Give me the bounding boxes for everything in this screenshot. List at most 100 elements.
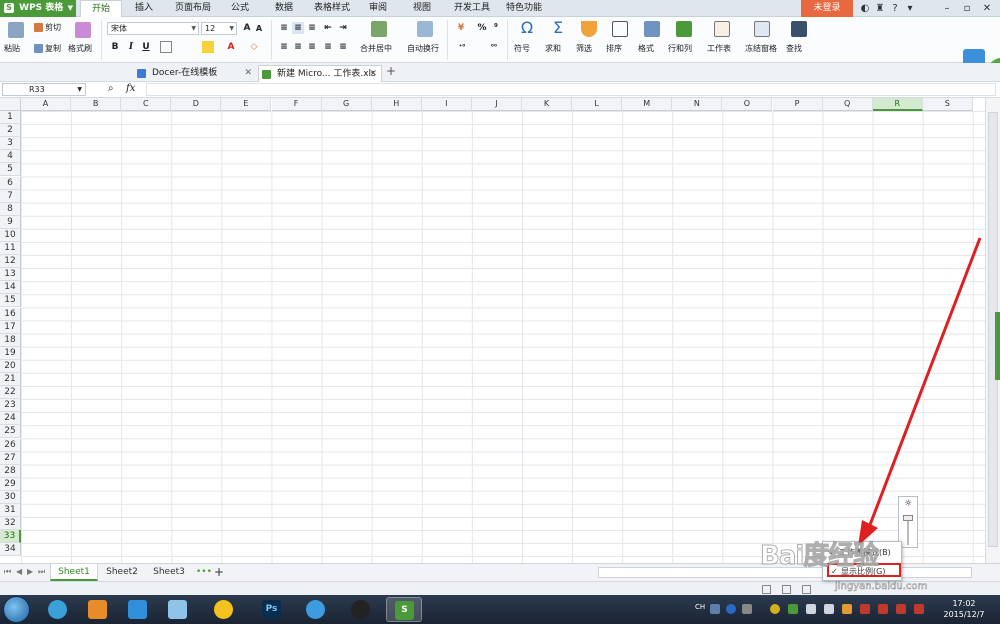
column-header[interactable]: K — [522, 98, 573, 111]
indent-increase-icon[interactable]: ⇥ — [337, 22, 349, 34]
row-header[interactable]: 10 — [0, 228, 21, 242]
last-sheet-icon[interactable]: ⏭ — [38, 567, 45, 577]
sum-button[interactable]: 求和 — [545, 43, 561, 54]
fill-color-icon[interactable] — [202, 41, 214, 53]
percent-button[interactable]: % — [476, 22, 488, 34]
taskbar-wps[interactable]: S — [386, 597, 422, 622]
column-header[interactable]: C — [121, 98, 172, 111]
tab-view[interactable]: 视图 — [404, 0, 440, 17]
settings-icon[interactable] — [742, 604, 752, 614]
row-header[interactable]: 5 — [0, 163, 21, 177]
paste-button[interactable]: 粘贴 — [4, 43, 20, 54]
font-color-icon[interactable]: A — [225, 41, 237, 53]
security-shield-icon[interactable] — [788, 604, 798, 614]
taskbar-app-7[interactable] — [298, 597, 334, 622]
zoom-search-icon[interactable]: ⌕ — [108, 83, 114, 94]
symbol-button[interactable]: 符号 — [514, 43, 530, 54]
prev-sheet-icon[interactable]: ◀ — [16, 567, 22, 576]
column-header[interactable]: D — [171, 98, 222, 111]
column-header[interactable]: O — [722, 98, 773, 111]
row-header[interactable]: 16 — [0, 307, 21, 321]
taskbar-photoshop[interactable]: Ps — [254, 597, 290, 622]
select-all-corner[interactable] — [0, 98, 21, 111]
column-header[interactable]: P — [772, 98, 823, 111]
wrap-text-button[interactable]: 自动换行 — [407, 43, 439, 54]
input-language[interactable]: CH — [695, 603, 705, 611]
shrink-font-button[interactable]: A — [253, 23, 265, 35]
merge-center-button[interactable]: 合并居中 — [360, 43, 392, 54]
border-icon[interactable] — [160, 41, 172, 53]
taskbar-app-1[interactable] — [40, 597, 76, 622]
start-button[interactable] — [3, 596, 30, 623]
sigma-icon[interactable]: Σ — [550, 20, 566, 36]
help-icon[interactable] — [726, 604, 736, 614]
align-middle-icon[interactable]: ≡ — [292, 22, 304, 34]
italic-button[interactable]: I — [125, 41, 137, 53]
currency-icon[interactable]: ¥ — [455, 22, 467, 34]
sheet-tab-sheet2[interactable]: Sheet2 — [100, 564, 144, 581]
freeze-panes-icon[interactable] — [754, 21, 770, 37]
minimize-icon[interactable]: – — [940, 0, 954, 17]
wrap-text-icon[interactable] — [417, 21, 433, 37]
underline-button[interactable]: U — [140, 41, 152, 53]
zoom-knob[interactable] — [903, 515, 913, 521]
taskbar-app-4[interactable] — [160, 597, 196, 622]
column-header[interactable]: F — [271, 98, 322, 111]
column-header[interactable]: R — [872, 98, 923, 111]
page-layout-view-icon[interactable] — [782, 585, 791, 594]
column-header[interactable]: H — [371, 98, 422, 111]
tab-formulas[interactable]: 公式 — [222, 0, 258, 17]
format-icon[interactable] — [644, 21, 660, 37]
tab-review[interactable]: 审阅 — [360, 0, 396, 17]
new-tab-button[interactable]: + — [386, 64, 396, 78]
merge-center-icon[interactable] — [371, 21, 387, 37]
row-header[interactable]: 32 — [0, 517, 21, 531]
column-header[interactable]: S — [922, 98, 973, 111]
row-header[interactable]: 7 — [0, 189, 21, 203]
help-icon[interactable]: ? — [888, 0, 902, 17]
spreadsheet-grid[interactable]: ABCDEFGHIJKLMNOPQRS 1 2 3 4 5 6 7 8 9 10 11 12 13 14 1… — [0, 98, 985, 563]
row-header[interactable]: 30 — [0, 490, 21, 504]
clear-format-icon[interactable]: ◇ — [248, 41, 260, 53]
row-header[interactable]: 29 — [0, 477, 21, 491]
add-sheet-button[interactable]: + — [212, 564, 226, 581]
row-header[interactable]: 12 — [0, 255, 21, 269]
format-painter-icon[interactable] — [75, 22, 91, 38]
row-header[interactable]: 34 — [0, 543, 21, 557]
taskbar-app-3[interactable] — [120, 597, 156, 622]
indent-decrease-icon[interactable]: ⇤ — [322, 22, 334, 34]
shirt-icon[interactable]: ♜ — [873, 0, 887, 17]
row-header[interactable]: 3 — [0, 137, 21, 151]
tab-data[interactable]: 数据 — [266, 0, 302, 17]
format-painter-button[interactable]: 格式刷 — [68, 43, 92, 54]
column-header[interactable]: G — [321, 98, 372, 111]
sheet-more-button[interactable]: ••• — [196, 564, 212, 581]
column-header[interactable]: J — [471, 98, 522, 111]
row-header[interactable]: 27 — [0, 451, 21, 465]
tab-start[interactable]: 开始 — [80, 0, 122, 17]
row-header[interactable]: 13 — [0, 268, 21, 282]
worksheet-button[interactable]: 工作表 — [707, 43, 731, 54]
column-header[interactable]: N — [672, 98, 723, 111]
decrease-decimal-icon[interactable]: ⁰⁰ — [488, 41, 500, 53]
close-tab-icon[interactable]: ✕ — [244, 65, 252, 81]
skin-icon[interactable]: ◐ — [858, 0, 872, 17]
doc-tab-workbook[interactable]: 新建 Micro... 工作表.xls ✕ — [258, 65, 382, 82]
row-header[interactable]: 11 — [0, 242, 21, 256]
tab-special[interactable]: 特色功能 — [500, 0, 548, 17]
column-header[interactable]: A — [21, 98, 72, 111]
bold-button[interactable]: B — [109, 41, 121, 53]
row-header[interactable]: 31 — [0, 504, 21, 518]
row-header[interactable]: 2 — [0, 124, 21, 138]
row-header[interactable]: 21 — [0, 373, 21, 387]
side-panel-handle[interactable] — [995, 312, 1000, 380]
name-box[interactable]: R33 ▼ — [2, 83, 86, 96]
align-left-icon[interactable]: ≡ — [278, 41, 290, 53]
align-bottom-icon[interactable]: ≡ — [306, 22, 318, 34]
taskbar-app-5[interactable] — [206, 597, 242, 622]
formula-input[interactable] — [146, 83, 996, 96]
worksheet-icon[interactable] — [714, 21, 730, 37]
column-header[interactable]: M — [622, 98, 673, 111]
app-menu-button[interactable]: S WPS 表格 ▼ — [0, 0, 76, 17]
doc-tab-docer[interactable]: Docer-在线模板 ✕ — [134, 65, 256, 82]
